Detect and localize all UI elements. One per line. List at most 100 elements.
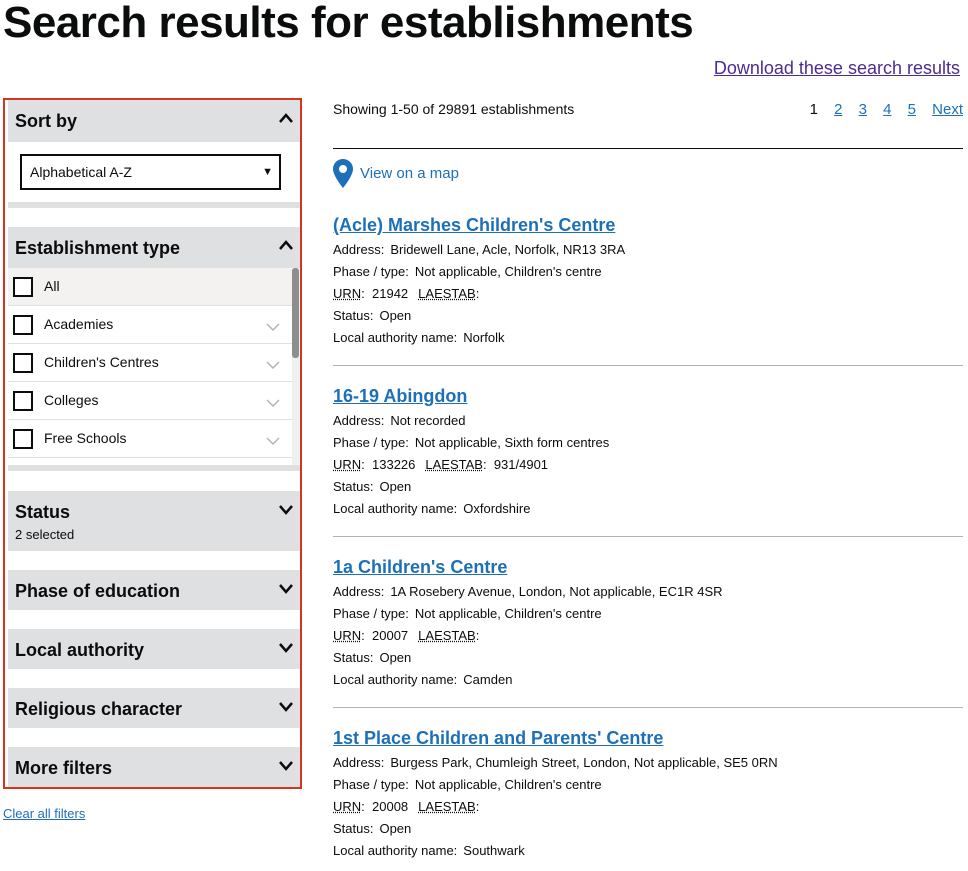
chevron-up-icon[interactable] (278, 112, 294, 124)
urn-value: 133226 (372, 457, 416, 472)
chevron-down-icon[interactable] (266, 357, 280, 375)
chevron-down-icon: ▼ (262, 166, 273, 178)
page-link-4[interactable]: 4 (883, 101, 891, 118)
local-authority-label: Local authority name: (333, 501, 458, 516)
checkbox[interactable] (13, 315, 33, 335)
page-current: 1 (809, 101, 818, 118)
local-authority-title: Local authority (15, 640, 145, 660)
laestab-label: LAESTAB (418, 286, 476, 301)
sort-by-title: Sort by (15, 111, 78, 131)
result-title-link[interactable]: 16-19 Abingdon (333, 386, 467, 407)
scrollbar[interactable] (292, 268, 299, 465)
chevron-down-icon[interactable] (278, 759, 294, 771)
filter-panel: Sort by Alphabetical A-Z ▼ Establishment… (3, 98, 302, 789)
result-identifiers: URN: 20007 LAESTAB: (333, 628, 483, 643)
checkbox-item-colleges[interactable]: Colleges (8, 382, 292, 420)
local-authority-label: Local authority name: (333, 672, 458, 687)
address-value: Bridewell Lane, Acle, Norfolk, NR13 3RA (390, 242, 626, 257)
page-link-3[interactable]: 3 (859, 101, 867, 118)
result-item: (Acle) Marshes Children's Centre Address… (333, 215, 963, 366)
establishment-type-list[interactable]: All Academies Children's Centres College… (8, 268, 300, 465)
checkbox[interactable] (13, 277, 33, 297)
chevron-down-icon[interactable] (278, 503, 294, 515)
result-address: Address: 1A Rosebery Avenue, London, Not … (333, 584, 723, 599)
more-filters-header[interactable]: More filters (8, 747, 300, 787)
status-value: Open (379, 821, 412, 836)
result-local-authority: Local authority name: Oxfordshire (333, 501, 531, 516)
chevron-down-icon[interactable] (278, 582, 294, 594)
phase-type-value: Not applicable, Children's centre (414, 777, 602, 792)
checkbox-item-all[interactable]: All (8, 268, 292, 306)
status-value: Open (379, 479, 412, 494)
address-label: Address: (333, 413, 385, 428)
phase-of-education-header[interactable]: Phase of education (8, 570, 300, 610)
page-link-2[interactable]: 2 (834, 101, 842, 118)
result-title-link[interactable]: (Acle) Marshes Children's Centre (333, 215, 615, 236)
page-link-5[interactable]: 5 (908, 101, 916, 118)
establishment-type-header[interactable]: Establishment type (8, 227, 300, 268)
page-title: Search results for establishments (3, 0, 694, 47)
laestab-value: 931/4901 (493, 457, 549, 472)
chevron-down-icon[interactable] (278, 700, 294, 712)
result-identifiers: URN: 21942 LAESTAB: (333, 286, 483, 301)
map-pin-icon (333, 159, 353, 193)
phase-type-label: Phase / type: (333, 435, 409, 450)
more-filters-title: More filters (15, 758, 113, 778)
urn-value: 20007 (372, 628, 409, 643)
status-value: Open (379, 308, 412, 323)
phase-type-value: Not applicable, Children's centre (414, 606, 602, 621)
local-authority-value: Southwark (463, 843, 525, 858)
result-title-link[interactable]: 1a Children's Centre (333, 557, 507, 578)
laestab-label: LAESTAB (425, 457, 483, 472)
phase-type-value: Not applicable, Children's centre (414, 264, 602, 279)
pagination: 1 2 3 4 5 Next (798, 101, 963, 118)
result-phase-type: Phase / type: Not applicable, Children's … (333, 777, 602, 792)
result-divider (333, 707, 963, 708)
checkbox-item-academies[interactable]: Academies (8, 306, 292, 344)
result-local-authority: Local authority name: Norfolk (333, 330, 504, 345)
result-identifiers: URN: 20008 LAESTAB: (333, 799, 483, 814)
chevron-down-icon[interactable] (278, 641, 294, 653)
section-separator (8, 202, 300, 208)
view-on-map-label: View on a map (360, 165, 459, 182)
local-authority-value: Camden (463, 672, 513, 687)
results-divider (333, 148, 963, 149)
local-authority-header[interactable]: Local authority (8, 629, 300, 669)
checkbox-item-partial[interactable] (8, 458, 292, 465)
chevron-down-icon[interactable] (266, 433, 280, 451)
checkbox[interactable] (13, 429, 33, 449)
sort-by-select[interactable]: Alphabetical A-Z ▼ (20, 154, 281, 190)
checkbox-item-free-schools[interactable]: Free Schools (8, 420, 292, 458)
checkbox-item-childrens-centres[interactable]: Children's Centres (8, 344, 292, 382)
result-title-link[interactable]: 1st Place Children and Parents' Centre (333, 728, 663, 749)
result-status: Status: Open (333, 308, 411, 323)
religious-character-header[interactable]: Religious character (8, 688, 300, 728)
phase-type-label: Phase / type: (333, 777, 409, 792)
status-label: Status: (333, 650, 374, 665)
chevron-down-icon[interactable] (266, 395, 280, 413)
status-title: Status (15, 502, 71, 522)
result-phase-type: Phase / type: Not applicable, Children's … (333, 264, 602, 279)
result-address: Address: Not recorded (333, 413, 465, 428)
result-item: 1st Place Children and Parents' Centre A… (333, 728, 963, 868)
download-results-link[interactable]: Download these search results (714, 58, 960, 79)
phase-type-label: Phase / type: (333, 606, 409, 621)
scrollbar-thumb[interactable] (292, 268, 299, 358)
laestab-label: LAESTAB (418, 799, 476, 814)
result-divider (333, 365, 963, 366)
urn-label: URN (333, 799, 362, 814)
status-header[interactable]: Status 2 selected (8, 491, 300, 551)
religious-character-title: Religious character (15, 699, 183, 719)
chevron-up-icon[interactable] (278, 239, 294, 251)
next-page-link[interactable]: Next (932, 101, 963, 118)
local-authority-value: Norfolk (463, 330, 505, 345)
chevron-down-icon[interactable] (266, 319, 280, 337)
checkbox[interactable] (13, 391, 33, 411)
clear-all-filters-link[interactable]: Clear all filters (3, 806, 85, 821)
result-divider (333, 536, 963, 537)
result-item: 16-19 Abingdon Address: Not recorded Phas… (333, 386, 963, 537)
urn-label: URN (333, 286, 362, 301)
checkbox[interactable] (13, 353, 33, 373)
status-label: Status: (333, 479, 374, 494)
sort-by-header[interactable]: Sort by (8, 100, 300, 142)
